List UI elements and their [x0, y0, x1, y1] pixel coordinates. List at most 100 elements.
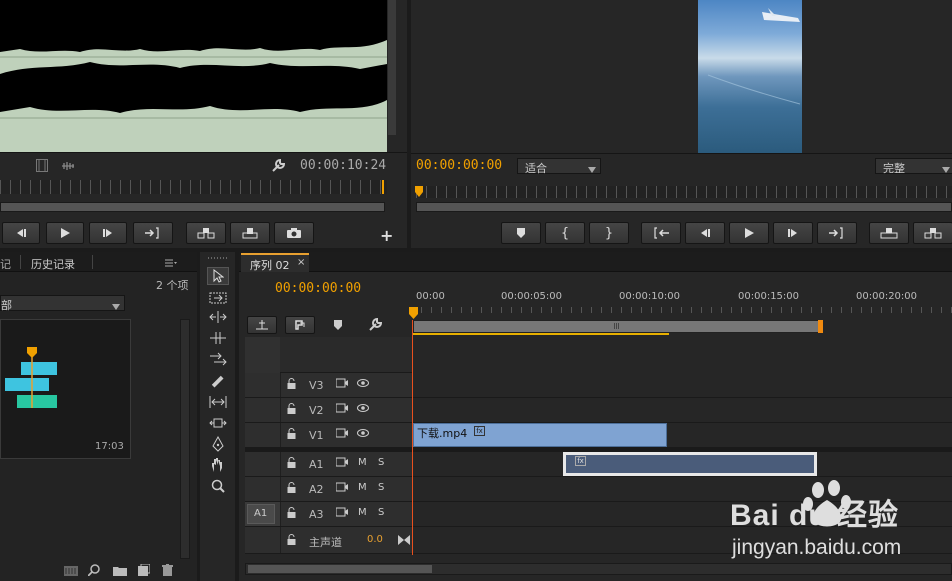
- wrench-icon[interactable]: [368, 317, 383, 335]
- rolling-edit-tool-icon[interactable]: [207, 329, 229, 347]
- source-playhead[interactable]: [382, 180, 384, 194]
- program-playhead[interactable]: [415, 186, 423, 198]
- mute-button[interactable]: M: [358, 482, 367, 493]
- close-icon[interactable]: ×: [297, 257, 305, 268]
- lock-icon[interactable]: [287, 457, 296, 471]
- step-forward-button[interactable]: [89, 222, 127, 244]
- eye-icon[interactable]: [357, 428, 369, 441]
- program-monitor: 00:00:00:00 适合 完整 { }: [411, 0, 952, 248]
- lock-icon[interactable]: [287, 534, 296, 548]
- add-marker-button[interactable]: [501, 222, 541, 244]
- audio-waveform[interactable]: [0, 0, 387, 152]
- program-zoom-bar[interactable]: [416, 202, 952, 212]
- panel-menu-icon[interactable]: [165, 257, 177, 270]
- program-video-frame[interactable]: [698, 0, 802, 153]
- audio-clip[interactable]: fx: [563, 452, 817, 476]
- ruler-label: 00:00:05:00: [501, 291, 563, 302]
- program-timecode[interactable]: 00:00:00:00: [416, 158, 502, 173]
- go-to-out-button[interactable]: [133, 222, 173, 244]
- wrench-icon[interactable]: [271, 158, 286, 176]
- film-icon[interactable]: [36, 159, 48, 175]
- panel-scrollbar[interactable]: [180, 319, 190, 559]
- search-icon[interactable]: [87, 564, 100, 579]
- lock-icon[interactable]: [287, 378, 296, 392]
- overwrite-button[interactable]: [230, 222, 270, 244]
- insert-button[interactable]: [186, 222, 226, 244]
- work-area-bar[interactable]: [413, 320, 821, 333]
- time-ruler[interactable]: 00:00 00:00:05:00 00:00:10:00 00:00:15:0…: [411, 287, 952, 321]
- tab-partial[interactable]: 记: [0, 256, 11, 272]
- bin-dropdown[interactable]: 部: [0, 295, 125, 312]
- linked-selection-button[interactable]: [285, 316, 315, 334]
- audio-drag-icon[interactable]: [61, 161, 75, 174]
- film-icon[interactable]: [335, 378, 348, 391]
- mark-in-button[interactable]: {: [545, 222, 585, 244]
- film-icon[interactable]: [335, 507, 348, 520]
- source-zoom-bar[interactable]: [0, 202, 385, 212]
- timeline-playhead-handle[interactable]: [409, 307, 418, 320]
- new-item-icon[interactable]: [138, 563, 151, 579]
- bowtie-icon[interactable]: [398, 535, 410, 548]
- pen-tool-icon[interactable]: [207, 435, 229, 453]
- selection-tool-icon[interactable]: [207, 267, 229, 285]
- step-forward-button[interactable]: [773, 222, 813, 244]
- film-icon[interactable]: [335, 403, 348, 416]
- go-to-out-button[interactable]: [817, 222, 857, 244]
- hand-tool-icon[interactable]: [207, 456, 229, 474]
- mark-out-button[interactable]: }: [589, 222, 629, 244]
- timeline-playhead-line[interactable]: [412, 320, 413, 555]
- extract-button[interactable]: [913, 222, 952, 244]
- source-ruler[interactable]: [0, 180, 387, 194]
- razor-tool-icon[interactable]: [207, 372, 229, 390]
- film-icon[interactable]: [335, 428, 348, 441]
- fit-dropdown[interactable]: 适合: [517, 158, 601, 175]
- lock-icon[interactable]: [287, 428, 296, 442]
- master-value[interactable]: 0.0: [367, 534, 383, 545]
- eye-icon[interactable]: [357, 403, 369, 416]
- mute-button[interactable]: M: [358, 507, 367, 518]
- trash-icon[interactable]: [162, 564, 173, 579]
- add-marker-icon[interactable]: [333, 319, 343, 334]
- add-button-icon[interactable]: +: [380, 226, 393, 245]
- slip-tool-icon[interactable]: [207, 393, 229, 411]
- play-button[interactable]: [729, 222, 769, 244]
- step-back-button[interactable]: [2, 222, 40, 244]
- track-select-tool-icon[interactable]: [207, 289, 229, 307]
- rate-stretch-tool-icon[interactable]: [207, 350, 229, 368]
- sequence-thumbnail[interactable]: 17:03: [0, 319, 131, 459]
- play-button[interactable]: [46, 222, 84, 244]
- export-frame-button[interactable]: [274, 222, 314, 244]
- tab-history[interactable]: 历史记录: [31, 256, 75, 272]
- solo-button[interactable]: S: [378, 507, 384, 518]
- list-view-icon[interactable]: [64, 566, 78, 579]
- source-patch-label: A1: [254, 508, 268, 519]
- eye-icon[interactable]: [357, 378, 369, 391]
- video-clip[interactable]: 下载.mp4 fx: [413, 423, 667, 447]
- track-name: V3: [309, 379, 324, 392]
- solo-button[interactable]: S: [378, 457, 384, 468]
- quality-dropdown[interactable]: 完整: [875, 158, 952, 175]
- lock-icon[interactable]: [287, 403, 296, 417]
- waveform-scrollbar[interactable]: [388, 0, 396, 135]
- solo-button[interactable]: S: [378, 482, 384, 493]
- program-ruler[interactable]: [416, 186, 952, 198]
- lock-icon[interactable]: [287, 482, 296, 496]
- video-clip-label: 下载.mp4: [417, 427, 468, 440]
- sequence-timecode[interactable]: 00:00:00:00: [275, 281, 361, 296]
- snap-button[interactable]: [247, 316, 277, 334]
- mute-button[interactable]: M: [358, 457, 367, 468]
- film-icon[interactable]: [335, 457, 348, 470]
- zoom-tool-icon[interactable]: [207, 477, 229, 495]
- slide-tool-icon[interactable]: [207, 414, 229, 432]
- lock-icon[interactable]: [287, 507, 296, 521]
- source-patch-a1[interactable]: A1: [247, 504, 275, 524]
- step-back-button[interactable]: [685, 222, 725, 244]
- film-icon[interactable]: [335, 482, 348, 495]
- go-to-in-button[interactable]: [641, 222, 681, 244]
- lift-button[interactable]: [869, 222, 909, 244]
- work-area-end-handle[interactable]: [818, 320, 823, 333]
- ripple-edit-tool-icon[interactable]: [207, 308, 229, 326]
- source-timecode[interactable]: 00:00:10:24: [300, 158, 386, 173]
- folder-icon[interactable]: [113, 565, 127, 579]
- tab-sequence[interactable]: 序列 02 ×: [241, 253, 309, 272]
